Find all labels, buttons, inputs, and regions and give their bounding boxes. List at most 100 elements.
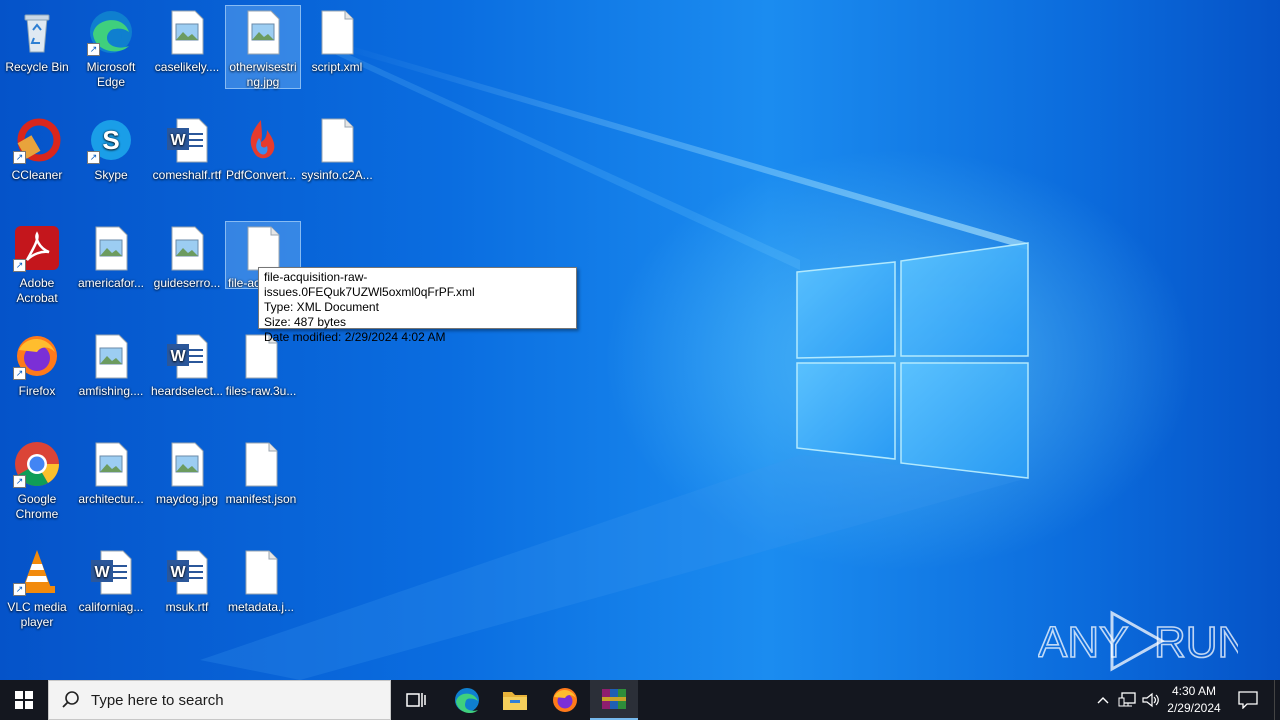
chevron-up-icon — [1097, 697, 1109, 704]
icon-label: PdfConvert... — [225, 168, 297, 182]
icon-label: msuk.rtf — [165, 600, 209, 614]
show-desktop-button[interactable] — [1274, 680, 1280, 720]
desktop-icon-americafor[interactable]: americafor... — [74, 222, 148, 291]
svg-text:W: W — [170, 348, 186, 365]
icon-label: Skype — [94, 168, 128, 182]
icon-label: Adobe Acrobat — [16, 276, 58, 305]
svg-text:S: S — [102, 125, 119, 155]
shortcut-arrow-icon: ↗ — [13, 151, 26, 164]
network-tray-button[interactable] — [1116, 680, 1138, 720]
svg-text:W: W — [170, 564, 186, 581]
taskbar-search-box[interactable]: Type here to search — [48, 680, 391, 720]
desktop-icon-californiag[interactable]: W californiag... — [74, 546, 148, 615]
clock-time: 4:30 AM — [1171, 684, 1217, 698]
image-file-icon — [87, 224, 135, 272]
taskbar-file-explorer[interactable] — [491, 680, 539, 720]
desktop-icon-otherwisestring[interactable]: otherwisestring.jpg — [225, 5, 301, 89]
image-file-icon — [239, 8, 287, 56]
search-placeholder: Type here to search — [91, 691, 224, 709]
blank-file-icon — [237, 440, 285, 488]
desktop-icon-adobe-acrobat[interactable]: ↗ Adobe Acrobat — [0, 222, 74, 306]
notification-icon — [1238, 691, 1258, 709]
icon-label: sysinfo.c2A... — [301, 168, 373, 182]
search-icon — [62, 691, 79, 708]
icon-label: Microsoft Edge — [86, 60, 136, 89]
shortcut-arrow-icon: ↗ — [87, 151, 100, 164]
shortcut-arrow-icon: ↗ — [13, 367, 26, 380]
desktop-icon-maydog[interactable]: maydog.jpg — [150, 438, 224, 507]
image-file-icon — [87, 440, 135, 488]
firefox-icon — [553, 688, 577, 712]
desktop-icon-metadata-json[interactable]: metadata.j... — [224, 546, 298, 615]
icon-label: otherwisestring.jpg — [229, 60, 297, 89]
svg-text:W: W — [94, 564, 110, 581]
start-button[interactable] — [0, 680, 48, 720]
icon-label: VLC media player — [7, 600, 67, 629]
icon-label: file-ac — [228, 276, 261, 288]
volume-tray-button[interactable] — [1140, 680, 1162, 720]
desktop-icon-script-xml[interactable]: script.xml — [300, 6, 374, 75]
tooltip-date-modified: Date modified: 2/29/2024 4:02 AM — [264, 330, 446, 344]
task-view-button[interactable] — [393, 680, 439, 720]
icon-label: manifest.json — [225, 492, 297, 506]
svg-text:W: W — [170, 132, 186, 149]
ccleaner-icon: ↗ — [13, 116, 61, 164]
icon-label: heardselect... — [150, 384, 224, 398]
watermark-left-text: ANY — [1038, 618, 1128, 667]
desktop-icon-caselikely[interactable]: caselikely.... — [150, 6, 224, 75]
shortcut-arrow-icon: ↗ — [13, 259, 26, 272]
action-center-button[interactable] — [1232, 680, 1264, 720]
shortcut-arrow-icon: ↗ — [87, 43, 100, 56]
icon-label: Google Chrome — [15, 492, 59, 521]
shortcut-arrow-icon: ↗ — [13, 475, 26, 488]
blank-file-icon — [239, 224, 287, 272]
recycle-bin-icon — [13, 8, 61, 56]
icon-label: maydog.jpg — [155, 492, 219, 506]
desktop-icon-guideserro[interactable]: guideserro... — [150, 222, 224, 291]
desktop-icon-manifest-json[interactable]: manifest.json — [224, 438, 298, 507]
desktop-icon-firefox[interactable]: ↗ Firefox — [0, 330, 74, 399]
desktop-icon-amfishing[interactable]: amfishing.... — [74, 330, 148, 399]
icon-label: files-raw.3u... — [225, 384, 297, 398]
desktop-icon-recycle-bin[interactable]: Recycle Bin — [0, 6, 74, 75]
clock-date: 2/29/2024 — [1167, 701, 1221, 715]
speaker-icon — [1142, 692, 1159, 708]
taskbar-winrar[interactable] — [590, 680, 638, 720]
show-hidden-icons-button[interactable] — [1092, 680, 1114, 720]
desktop-icon-google-chrome[interactable]: ↗ Google Chrome — [0, 438, 74, 522]
image-file-icon — [163, 440, 211, 488]
watermark-right-text: RUN — [1154, 618, 1238, 667]
desktop-icon-msuk[interactable]: W msuk.rtf — [150, 546, 224, 615]
desktop-icon-skype[interactable]: S ↗ Skype — [74, 114, 148, 183]
edge-icon: ↗ — [87, 8, 135, 56]
word-document-icon: W — [163, 548, 211, 596]
icon-label: americafor... — [77, 276, 145, 290]
image-file-icon — [163, 8, 211, 56]
desktop[interactable]: Recycle Bin ↗ CCleaner ↗ Adobe Acrobat ↗… — [0, 0, 1280, 680]
chrome-icon: ↗ — [13, 440, 61, 488]
word-document-icon: W — [87, 548, 135, 596]
blank-file-icon — [237, 548, 285, 596]
word-document-icon: W — [163, 332, 211, 380]
desktop-icon-comeshalf[interactable]: W comeshalf.rtf — [150, 114, 224, 183]
blank-file-icon — [313, 8, 361, 56]
icon-label: metadata.j... — [227, 600, 295, 614]
tooltip-type: Type: XML Document — [264, 300, 379, 314]
winrar-archive-icon — [602, 689, 626, 709]
taskbar: Type here to search 4:30 AM 2/29/2024 — [0, 680, 1280, 720]
taskbar-edge[interactable] — [443, 680, 491, 720]
clock-tray[interactable]: 4:30 AM 2/29/2024 — [1164, 680, 1224, 720]
icon-label: Recycle Bin — [5, 60, 69, 74]
desktop-icon-vlc[interactable]: ↗ VLC media player — [0, 546, 74, 630]
taskbar-firefox[interactable] — [541, 680, 589, 720]
icon-label: architectur... — [78, 492, 144, 506]
desktop-icon-pdfconvert[interactable]: PdfConvert... — [224, 114, 298, 183]
icon-label: amfishing.... — [78, 384, 144, 398]
firefox-icon: ↗ — [13, 332, 61, 380]
word-document-icon: W — [163, 116, 211, 164]
desktop-icon-ccleaner[interactable]: ↗ CCleaner — [0, 114, 74, 183]
desktop-icon-sysinfo[interactable]: sysinfo.c2A... — [300, 114, 374, 183]
desktop-icon-heardselect[interactable]: W heardselect... — [150, 330, 224, 399]
desktop-icon-microsoft-edge[interactable]: ↗ Microsoft Edge — [74, 6, 148, 90]
desktop-icon-architectur[interactable]: architectur... — [74, 438, 148, 507]
